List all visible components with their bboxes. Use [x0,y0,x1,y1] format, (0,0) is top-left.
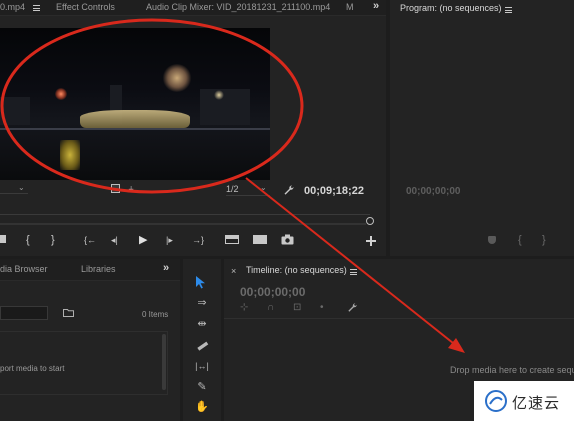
wrench-icon[interactable] [347,302,358,313]
resolution-select[interactable]: 1/2 ⌄ [226,183,270,196]
panel-menu-icon[interactable] [350,269,357,275]
linked-selection-icon[interactable]: ∩ [267,302,274,314]
program-monitor-title[interactable]: Program: (no sequences) [400,3,502,13]
tab-libraries[interactable]: Libraries [81,264,116,274]
project-scrollbar[interactable] [162,334,166,390]
fit-select[interactable]: ⌄ [0,183,28,194]
new-bin-icon[interactable] [63,308,74,317]
drop-media-hint[interactable]: Drop media here to create sequ [450,365,574,375]
slip-tool-icon[interactable]: |↔| [194,359,210,373]
item-count: 0 Items [142,310,169,319]
timeline-timecode[interactable]: 00;00;00;00 [240,285,305,299]
go-to-out-button[interactable]: →} [192,234,204,246]
timeline-header-divider [224,318,574,319]
skyline-lights [0,128,270,130]
wrench-icon[interactable] [283,184,295,196]
watermark: 亿速云 [474,381,574,421]
marker-icon[interactable] [111,184,120,193]
insert-clip-icon[interactable] [225,235,239,244]
tab-media-browser[interactable]: dia Browser [0,264,48,274]
import-media-hint: port media to start [0,364,65,373]
mark-out-button[interactable]: } [51,234,55,246]
program-timecode[interactable]: 00;00;00;00 [406,186,460,197]
hand-icon[interactable]: ✋ [194,400,210,414]
razor-icon[interactable]: ▬ [191,335,212,356]
snap-icon[interactable]: ⊹ [240,302,248,314]
panel-menu-icon[interactable] [33,5,40,11]
project-tab-bar: dia Browser Libraries » [0,259,180,281]
step-forward-button[interactable]: |▸ [166,234,173,246]
tab-source-clip[interactable]: 0.mp4 [0,2,25,12]
mark-in-button[interactable]: { [26,234,30,246]
street-glow [60,140,80,170]
firework-burst [214,90,224,100]
add-marker-icon[interactable] [488,236,496,244]
tools-panel: ⇒ ⇹ ▬ |↔| ✎ ✋ [183,259,221,421]
program-mark-out-button[interactable]: } [542,234,546,246]
panel-menu-icon[interactable] [505,7,512,13]
step-back-button[interactable]: ◂| [111,234,118,246]
timeline-title[interactable]: Timeline: (no sequences) [246,265,347,275]
chevron-down-icon: ⌄ [18,183,25,192]
zoom-scrollbar[interactable] [0,223,366,225]
source-video-frame[interactable] [0,28,270,180]
ripple-edit-icon[interactable]: ⇹ [194,317,210,331]
track-select-icon[interactable]: ⇒ [194,296,210,310]
plus-icon[interactable] [366,236,376,246]
play-button[interactable]: ▶ [139,234,147,246]
program-mark-in-button[interactable]: { [518,234,522,246]
tab-audio-clip-mixer[interactable]: Audio Clip Mixer: VID_20181231_211100.mp… [146,2,330,12]
program-monitor-panel: Program: (no sequences) 00;00;00;00 { } [390,0,574,256]
resolution-value: 1/2 [226,184,239,194]
tab-effect-controls[interactable]: Effect Controls [56,2,115,12]
lit-stadium [80,110,190,128]
search-input[interactable] [0,306,48,320]
insert-icon[interactable]: ⫨ [128,183,134,195]
chevron-down-icon: ⌄ [260,183,267,192]
firework-burst [55,88,67,100]
building-silhouette [200,89,250,125]
source-tab-bar: 0.mp4 Effect Controls Audio Clip Mixer: … [0,0,386,16]
building-silhouette [0,97,30,125]
source-monitor-panel: 0.mp4 Effect Controls Audio Clip Mixer: … [0,0,386,256]
tab-overflow-icon[interactable]: » [163,262,169,274]
zoom-handle[interactable] [366,217,374,225]
add-marker-icon[interactable]: ⊡ [293,302,301,314]
watermark-text: 亿速云 [512,394,561,412]
source-time-ruler[interactable] [0,214,370,215]
go-to-in-button[interactable]: {← [84,234,96,246]
close-icon[interactable]: × [231,266,236,276]
tab-metadata[interactable]: M [346,2,354,12]
add-marker-icon[interactable] [0,235,6,243]
pen-icon[interactable]: ✎ [194,380,210,394]
camera-icon[interactable] [281,234,294,245]
project-items-area[interactable]: port media to start [0,331,168,395]
firework-burst [162,64,192,92]
tab-overflow-icon[interactable]: » [373,0,379,12]
project-panel: dia Browser Libraries » 0 Items port med… [0,259,180,421]
marker-icon[interactable]: • [320,302,324,314]
source-timecode[interactable]: 00;09;18;22 [304,185,364,197]
watermark-logo-icon [485,390,507,412]
overwrite-clip-icon[interactable] [253,235,267,244]
selection-arrow-icon[interactable] [195,275,207,289]
